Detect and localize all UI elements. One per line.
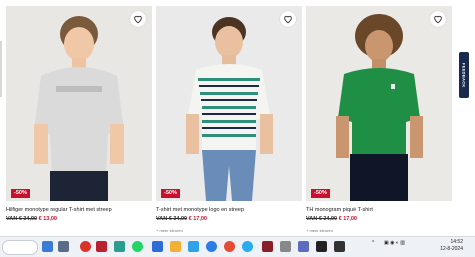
kid-green-shirt-illustration [306,6,452,201]
product-card[interactable]: -50% TH monogram piqué T-shirt VAN € 34,… [306,6,452,233]
wishlist-button[interactable] [130,11,146,27]
product-image[interactable]: -50% [6,6,152,201]
app-icon[interactable] [262,241,273,252]
heart-icon [284,15,292,24]
file-explorer-icon[interactable] [170,241,181,252]
feedback-label: FEEDBACK [461,62,467,88]
taskbar-search-box[interactable] [2,240,38,255]
telegram-icon[interactable] [242,241,253,252]
kid-grey-shirt-illustration [6,6,152,201]
clock-time: 14:52 [450,239,463,245]
more-colors-link[interactable]: + meer kleuren [306,228,452,233]
windows-start-icon[interactable] [42,241,53,252]
discount-badge: -50% [311,188,330,198]
product-image[interactable]: -50% [156,6,302,201]
price-old: VAN € 34,90 [306,216,338,222]
product-card[interactable]: -50% Hilfiger monotype regular T-shirt m… [6,6,152,222]
app-icon[interactable] [96,241,107,252]
product-name[interactable]: Hilfiger monotype regular T-shirt met st… [6,207,152,213]
clock-date: 12-8-2024 [440,246,463,252]
heart-icon [434,15,442,24]
wishlist-button[interactable] [280,11,296,27]
edge-icon[interactable] [206,241,217,252]
windows-taskbar: ^ ▣ ◉ ◐ ▥ 14:52 12-8-2024 [0,236,475,257]
app-icon[interactable] [316,241,327,252]
product-name[interactable]: TH monogram piqué T-shirt [306,207,452,213]
photos-icon[interactable] [188,241,199,252]
product-name[interactable]: T-shirt met monotype logo en streep [156,207,302,213]
app-icon[interactable] [334,241,345,252]
app-icon[interactable] [280,241,291,252]
product-grid-page: -50% Hilfiger monotype regular T-shirt m… [0,0,475,236]
price-old: VAN € 34,90 [156,216,188,222]
wishlist-button[interactable] [430,11,446,27]
whatsapp-icon[interactable] [132,241,143,252]
task-view-icon[interactable] [58,241,69,252]
kid-striped-shirt-illustration [156,6,302,201]
chrome-icon[interactable] [224,241,235,252]
heart-icon [134,15,142,24]
tray-icons[interactable]: ▣ ◉ ◐ ▥ [384,240,405,246]
price-new: € 17,00 [338,216,357,222]
product-price: VAN € 34,90 € 17,00 [306,216,452,222]
app-icon[interactable] [298,241,309,252]
price-old: VAN € 34,90 [6,216,38,222]
feedback-tab[interactable]: FEEDBACK [459,52,469,98]
product-price: VAN € 34,90 € 17,00 [156,216,302,222]
app-icon[interactable] [152,241,163,252]
clock[interactable]: 14:52 12-8-2024 [440,239,463,253]
product-image[interactable]: -50% [306,6,452,201]
price-new: € 17,00 [188,216,207,222]
discount-badge: -50% [11,188,30,198]
scrollbar[interactable] [0,41,2,97]
opera-icon[interactable] [80,241,91,252]
discount-badge: -50% [161,188,180,198]
chevron-up-icon[interactable]: ^ [372,240,374,246]
product-price: VAN € 34,90 € 13,00 [6,216,152,222]
price-new: € 13,00 [38,216,57,222]
more-colors-link[interactable]: + meer kleuren [156,228,302,233]
app-icon[interactable] [114,241,125,252]
product-card[interactable]: -50% T-shirt met monotype logo en streep… [156,6,302,233]
